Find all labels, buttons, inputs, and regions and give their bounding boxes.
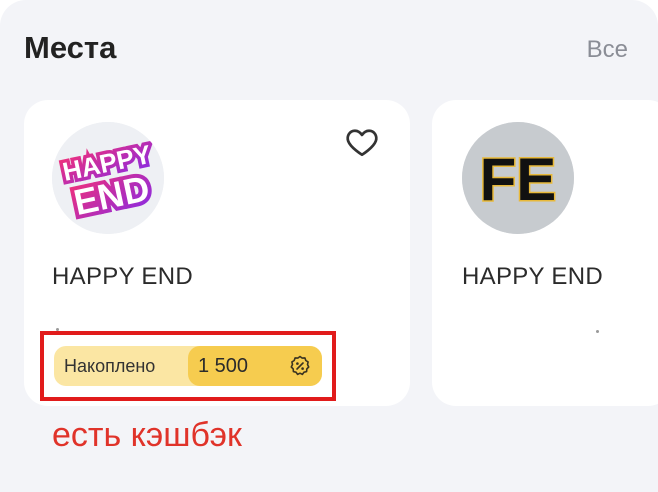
heart-outline-icon[interactable] bbox=[344, 124, 380, 160]
happy-end-logo: HAPPY END bbox=[52, 122, 164, 234]
happy-end-logo-graphic: HAPPY END bbox=[52, 122, 164, 234]
fe-letters-logo: FE bbox=[462, 122, 574, 234]
section-title: Места bbox=[24, 30, 117, 65]
highlight-frame bbox=[40, 331, 336, 401]
place-name: HAPPY END bbox=[52, 263, 193, 290]
see-all-link[interactable]: Все bbox=[587, 36, 628, 64]
place-card[interactable]: FE HAPPY END bbox=[432, 100, 658, 406]
fe-letters-logo-graphic: FE bbox=[462, 122, 574, 234]
annotation-text: есть кэшбэк bbox=[52, 416, 242, 454]
separator-dot bbox=[596, 330, 599, 333]
places-panel: Места Все HAPPY END HAPPY END FE HAPPY E… bbox=[0, 0, 658, 492]
logo-text: FE bbox=[480, 146, 557, 213]
place-name: HAPPY END bbox=[462, 263, 603, 290]
